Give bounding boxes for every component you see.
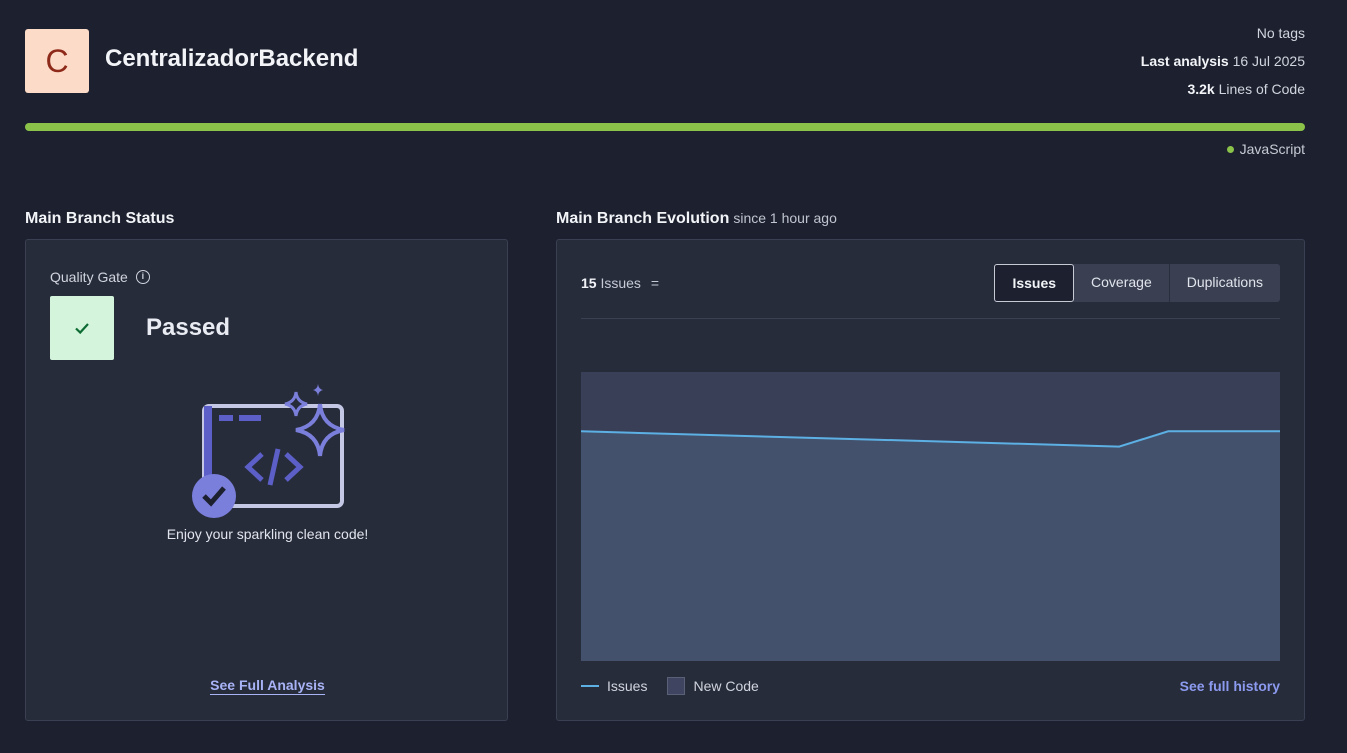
- lines-of-code: 3.2k Lines of Code: [1141, 80, 1305, 108]
- main-branch-evolution-card: 15 Issues = Issues Coverage Duplications…: [556, 239, 1305, 721]
- project-name: CentralizadorBackend: [105, 45, 359, 72]
- main-branch-status-title: Main Branch Status: [25, 210, 175, 227]
- quality-gate-label: Quality Gate: [50, 269, 128, 285]
- language-legend: JavaScript: [1226, 141, 1305, 157]
- loc-label: Lines of Code: [1218, 81, 1305, 97]
- evolution-title: Main Branch Evolution: [556, 210, 730, 227]
- last-analysis-label: Last analysis: [1140, 53, 1229, 69]
- new-code-legend-swatch-icon: [667, 677, 686, 695]
- project-avatar: C: [25, 29, 89, 93]
- see-full-history-link[interactable]: See full history: [1180, 678, 1280, 694]
- tags-label[interactable]: No tags: [1141, 24, 1305, 52]
- quality-gate-badge: [50, 296, 114, 360]
- tab-issues[interactable]: Issues: [994, 264, 1075, 302]
- project-overview: C CentralizadorBackend No tags Last anal…: [0, 0, 1347, 753]
- main-branch-status-card: Quality Gate i Passed Enjoy your sparkli…: [25, 239, 508, 721]
- tab-duplications[interactable]: Duplications: [1170, 264, 1280, 302]
- issues-chart: [581, 372, 1280, 661]
- issues-trend-icon: =: [650, 275, 660, 291]
- divider: [581, 318, 1280, 319]
- last-analysis: Last analysis 16 Jul 2025: [1141, 52, 1305, 80]
- quality-gate-status: Passed: [146, 314, 231, 341]
- evolution-since: since 1 hour ago: [733, 210, 837, 226]
- legend-issues-label: Issues: [607, 678, 648, 694]
- checkmark-icon: [75, 323, 89, 335]
- project-meta: No tags Last analysis 16 Jul 2025 3.2k L…: [1141, 24, 1305, 108]
- last-analysis-date: 16 Jul 2025: [1232, 53, 1305, 69]
- legend-new-code-label: New Code: [693, 678, 759, 694]
- language-dot-icon: [1226, 145, 1234, 153]
- clean-code-message: Enjoy your sparkling clean code!: [166, 526, 369, 542]
- language-name: JavaScript: [1239, 141, 1305, 157]
- info-icon[interactable]: i: [135, 270, 150, 284]
- clean-code-illustration-icon: [192, 384, 345, 518]
- see-full-analysis-label[interactable]: See Full Analysis: [210, 677, 325, 695]
- quality-gate-header: Quality Gate i: [50, 269, 150, 285]
- issues-count-value: 15: [581, 275, 597, 291]
- tab-coverage[interactable]: Coverage: [1074, 264, 1170, 302]
- metric-tabs: Issues Coverage Duplications: [994, 264, 1280, 302]
- issues-legend-line-icon: [581, 685, 599, 687]
- main-branch-evolution-title: Main Branch Evolution since 1 hour ago: [556, 210, 837, 228]
- chart-legend: Issues New Code: [581, 677, 759, 695]
- see-full-analysis-link: See Full Analysis: [26, 677, 509, 695]
- language-distribution-bar: [25, 123, 1305, 131]
- issues-area: [581, 431, 1280, 661]
- issues-count-label: Issues: [600, 275, 641, 291]
- issues-count: 15 Issues =: [581, 275, 659, 291]
- loc-value: 3.2k: [1187, 81, 1215, 97]
